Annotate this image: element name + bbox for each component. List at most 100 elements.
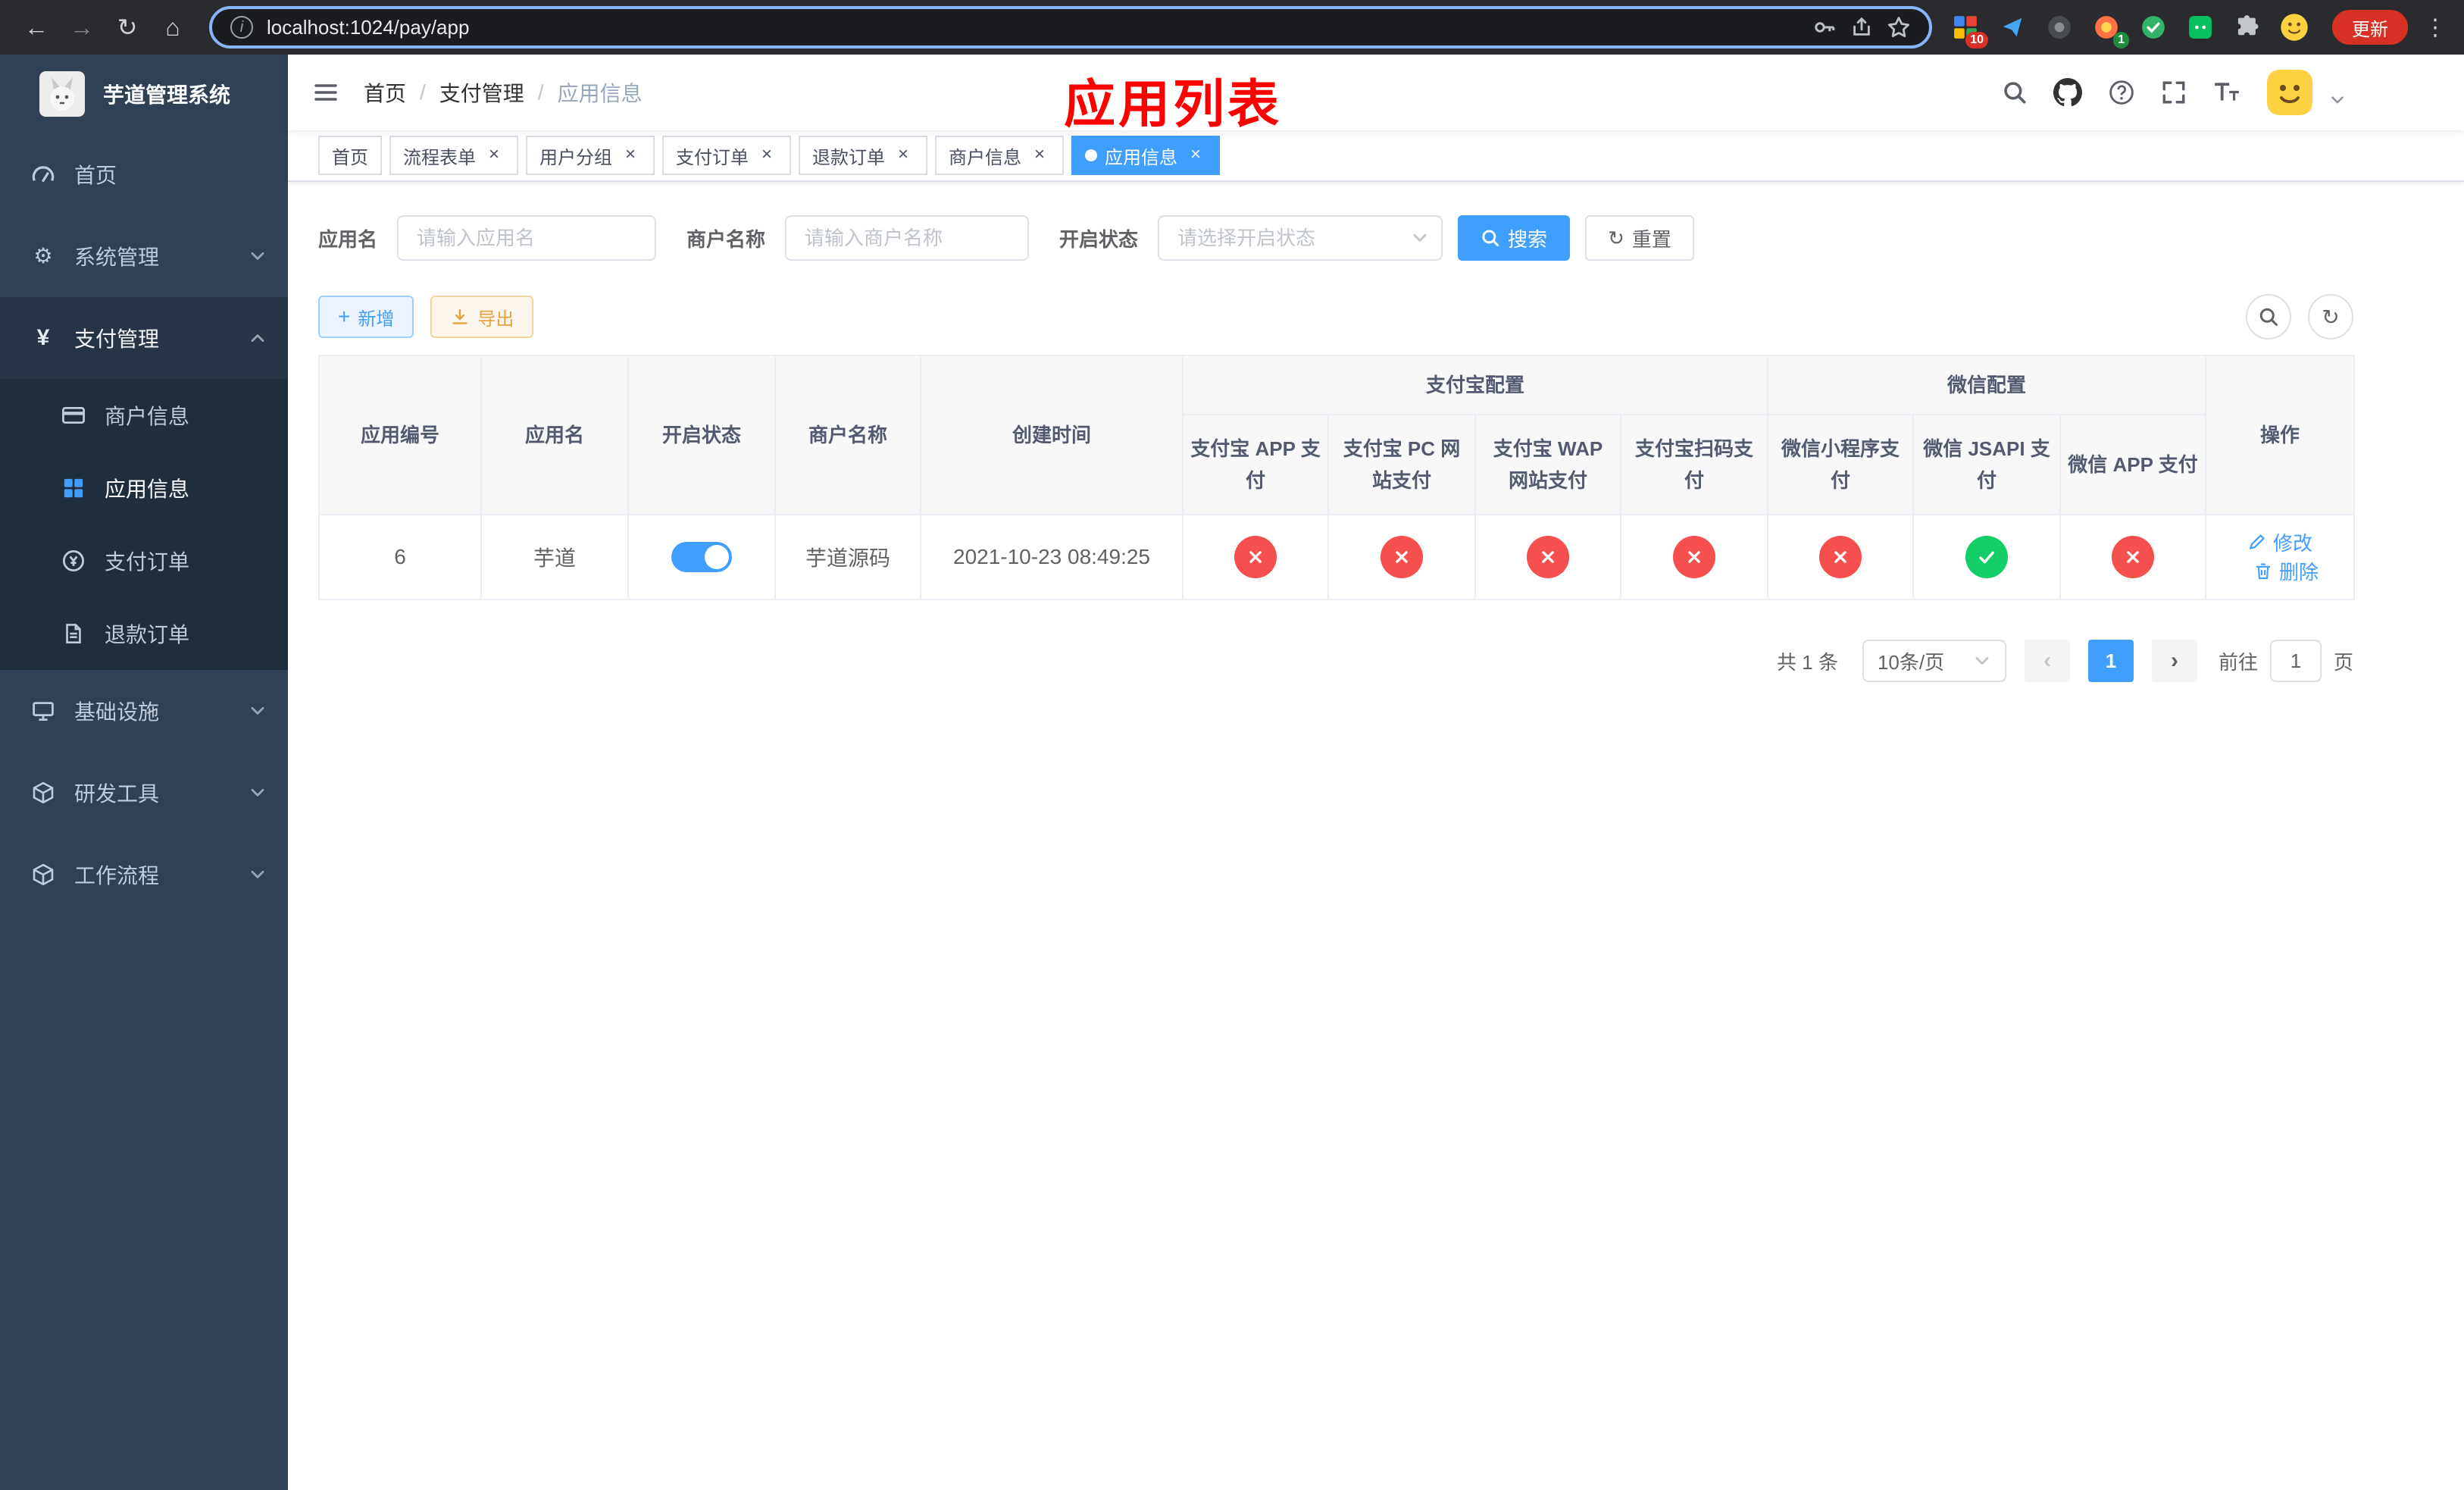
app-navbar: 首页 / 支付管理 / 应用信息 应用列表 xyxy=(288,55,2464,133)
browser-reload-icon[interactable]: ↻ xyxy=(106,6,149,49)
column-header-channel: 支付宝 PC 网站支付 xyxy=(1327,414,1476,515)
extension-chat-icon[interactable] xyxy=(2182,9,2219,45)
tags-view: 首页 流程表单 × 用户分组 × 支付订单 × 退款订单 × 商户信息 × 应用信息 × xyxy=(288,130,2464,182)
page-1-button[interactable]: 1 xyxy=(2087,640,2134,682)
sidebar-item-app-info[interactable]: 应用信息 xyxy=(0,452,288,524)
sidebar-item-label: 首页 xyxy=(74,164,117,187)
tab-payment-orders[interactable]: 支付订单 × xyxy=(662,136,791,175)
cell-actions: 修改 删除 xyxy=(2205,514,2356,600)
chevron-up-icon xyxy=(249,329,267,347)
site-info-icon[interactable]: i xyxy=(230,16,253,39)
tab-label: 用户分组 xyxy=(539,147,612,168)
sidebar-item-workflow[interactable]: 工作流程 xyxy=(0,834,288,916)
goto-page-input[interactable] xyxy=(2269,640,2322,682)
app-logo[interactable]: 芋道管理系统 xyxy=(0,55,288,133)
close-icon[interactable]: × xyxy=(1185,145,1206,166)
export-button[interactable]: 导出 xyxy=(430,296,534,338)
edit-link[interactable]: 修改 xyxy=(2247,528,2312,556)
browser-profile-avatar[interactable] xyxy=(2276,9,2312,45)
breadcrumb-item-payment[interactable]: 支付管理 xyxy=(439,77,524,108)
tab-app-info[interactable]: 应用信息 × xyxy=(1071,136,1220,175)
sidebar-item-dev-tools[interactable]: 研发工具 xyxy=(0,752,288,834)
close-icon[interactable]: × xyxy=(483,145,505,166)
refresh-button[interactable]: ↻ xyxy=(2308,294,2353,340)
tab-user-group[interactable]: 用户分组 × xyxy=(526,136,655,175)
chevron-down-icon xyxy=(249,866,267,884)
cell-channel-alipay-wap xyxy=(1474,514,1621,600)
extensions-puzzle-icon[interactable] xyxy=(2229,9,2265,45)
sidebar-item-merchant-info[interactable]: 商户信息 xyxy=(0,379,288,452)
cell-channel-alipay-pc xyxy=(1327,514,1476,600)
sidebar-item-infrastructure[interactable]: 基础设施 xyxy=(0,670,288,752)
browser-home-icon[interactable]: ⌂ xyxy=(152,6,194,49)
sidebar-item-home[interactable]: 首页 xyxy=(0,133,288,215)
tab-refund-orders[interactable]: 退款订单 × xyxy=(799,136,927,175)
add-button[interactable]: + 新增 xyxy=(318,296,414,338)
fullscreen-icon[interactable] xyxy=(2161,80,2187,105)
extension-dark-icon[interactable] xyxy=(2041,9,2078,45)
sidebar-toggle-icon[interactable] xyxy=(312,79,339,106)
share-icon[interactable] xyxy=(1850,16,1873,39)
tab-process-form[interactable]: 流程表单 × xyxy=(389,136,518,175)
status-toggle[interactable] xyxy=(671,542,732,572)
chevron-down-icon xyxy=(1973,652,1991,670)
close-icon[interactable]: × xyxy=(1029,145,1050,166)
breadcrumb-item-home[interactable]: 首页 xyxy=(364,77,406,108)
browser-menu-icon[interactable]: ⋮ xyxy=(2422,14,2449,41)
sidebar-item-payment-orders[interactable]: 支付订单 xyxy=(0,524,288,597)
delete-link[interactable]: 删除 xyxy=(2253,557,2319,585)
app-name-input[interactable] xyxy=(397,215,657,261)
reset-button[interactable]: ↻ 重置 xyxy=(1585,215,1694,261)
pagination-total: 共 1 条 xyxy=(1777,650,1838,674)
address-bar[interactable]: i localhost:1024/pay/app xyxy=(209,6,1932,49)
status-select[interactable] xyxy=(1158,215,1443,261)
reset-icon: ↻ xyxy=(1608,226,1624,249)
active-tab-dot xyxy=(1085,149,1097,161)
next-page-button[interactable]: › xyxy=(2151,640,2197,682)
app-title: 芋道管理系统 xyxy=(103,83,231,107)
column-header-status: 开启状态 xyxy=(627,355,776,515)
show-search-button[interactable] xyxy=(2246,294,2291,340)
browser-back-icon[interactable]: ← xyxy=(15,6,58,49)
search-button[interactable]: 搜索 xyxy=(1458,215,1571,261)
github-icon[interactable] xyxy=(2053,78,2082,107)
bookmark-star-icon[interactable] xyxy=(1887,15,1911,39)
sidebar-item-refund-orders[interactable]: 退款订单 xyxy=(0,597,288,670)
tab-home[interactable]: 首页 xyxy=(318,136,382,175)
column-header-app-name: 应用名 xyxy=(480,355,629,515)
cell-create-time: 2021-10-23 08:49:25 xyxy=(920,514,1184,600)
browser-forward-icon[interactable]: → xyxy=(61,6,103,49)
disabled-status-icon xyxy=(1234,536,1277,578)
user-menu-caret-icon[interactable] xyxy=(2329,92,2346,108)
search-icon[interactable] xyxy=(2002,80,2028,105)
logo-image xyxy=(39,71,85,117)
prev-page-button[interactable]: ‹ xyxy=(2024,640,2070,682)
browser-toolbar: ← → ↻ ⌂ i localhost:1024/pay/app 10 1 更新… xyxy=(0,0,2464,55)
merchant-name-input[interactable] xyxy=(785,215,1030,261)
column-header-channel: 支付宝扫码支付 xyxy=(1619,414,1769,515)
extension-blue-icon[interactable] xyxy=(1994,9,2031,45)
extension-grid-icon[interactable]: 10 xyxy=(1947,9,1988,49)
document-icon xyxy=(61,622,86,645)
goto-label: 前往 xyxy=(2218,650,2258,674)
extension-orange-icon[interactable]: 1 xyxy=(2088,9,2129,49)
app-name-label: 应用名 xyxy=(318,227,378,251)
browser-update-button[interactable]: 更新 xyxy=(2332,10,2408,45)
tab-merchant-info[interactable]: 商户信息 × xyxy=(935,136,1064,175)
close-icon[interactable]: × xyxy=(756,145,777,166)
font-size-icon[interactable] xyxy=(2212,78,2241,107)
reset-button-label: 重置 xyxy=(1631,227,1671,251)
sidebar-item-payment[interactable]: ¥ 支付管理 xyxy=(0,297,288,379)
user-avatar[interactable] xyxy=(2267,70,2312,115)
saved-password-key-icon[interactable] xyxy=(1812,15,1837,39)
sidebar-item-system[interactable]: ⚙ 系统管理 xyxy=(0,215,288,297)
app-window: 芋道管理系统 首页 ⚙ 系统管理 ¥ 支付管理 商户信息 应用信息 支付订单 退… xyxy=(0,55,2464,1490)
cell-status xyxy=(627,514,776,600)
close-icon[interactable]: × xyxy=(620,145,641,166)
extension-green-check-icon[interactable] xyxy=(2135,9,2172,45)
help-icon[interactable] xyxy=(2108,79,2135,106)
page-annotation: 应用列表 xyxy=(1064,76,1283,133)
close-icon[interactable]: × xyxy=(893,145,914,166)
page-size-select[interactable]: 10条/页 xyxy=(1862,640,2006,682)
disabled-status-icon xyxy=(1673,536,1715,578)
